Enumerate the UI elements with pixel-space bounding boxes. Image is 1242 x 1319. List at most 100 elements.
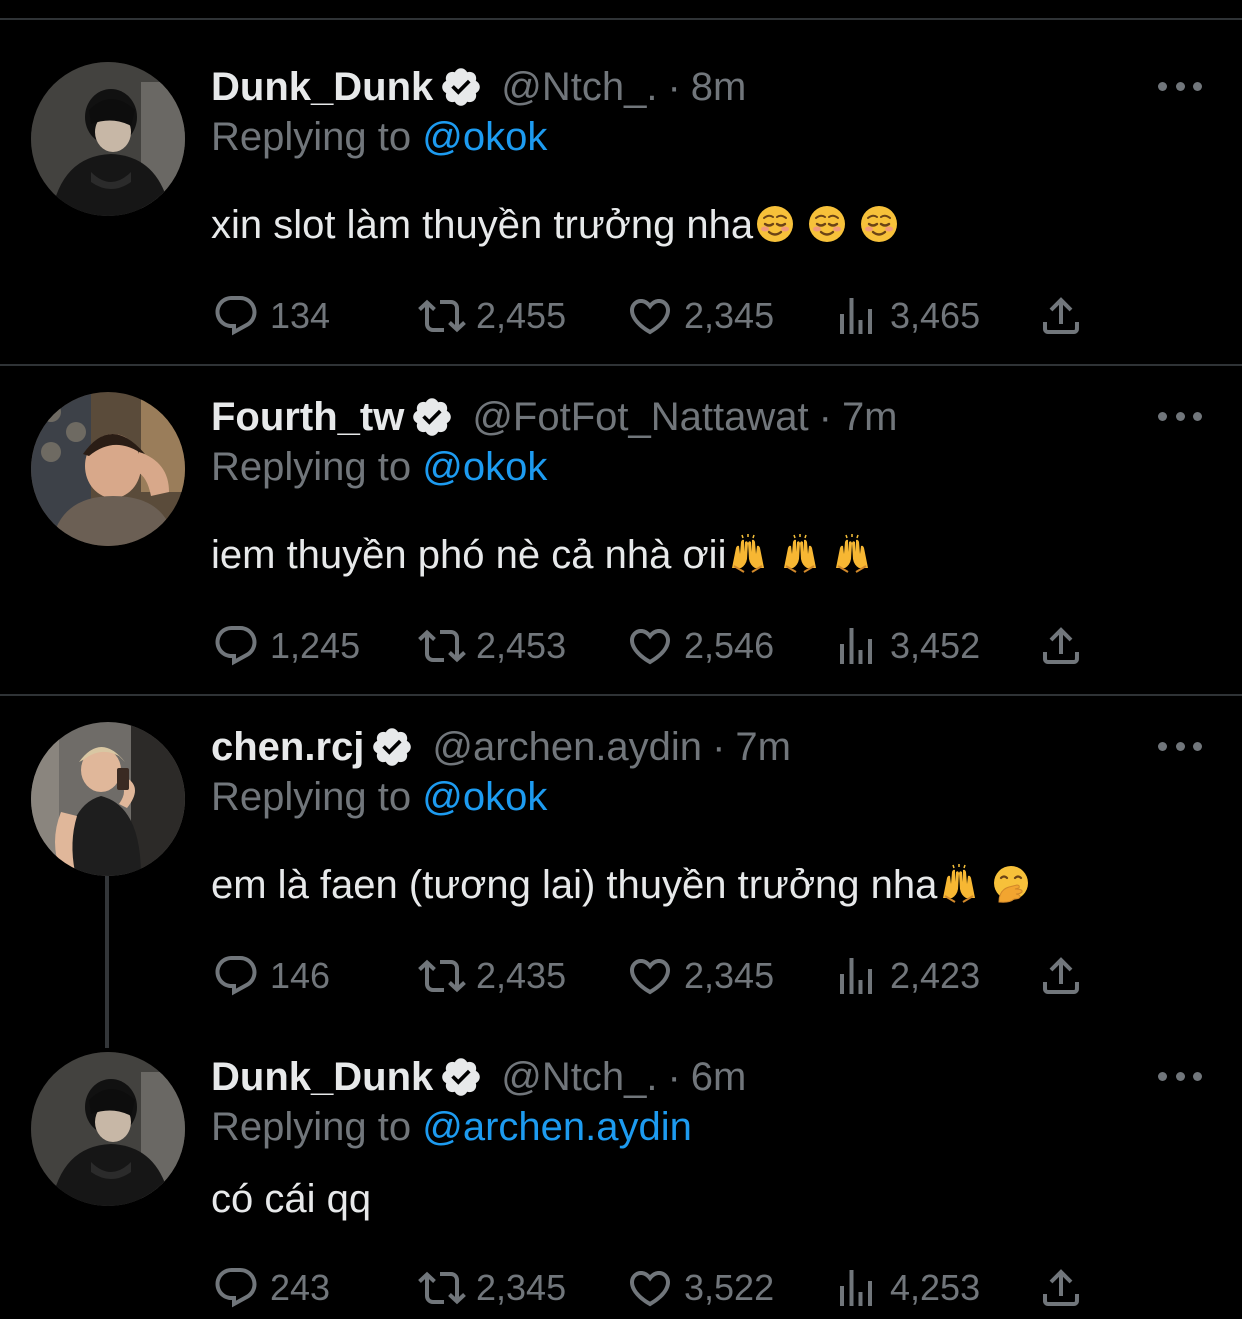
verified-badge-icon (439, 65, 483, 109)
reply-button[interactable]: 134 (212, 291, 330, 341)
retweet-button[interactable]: 2,345 (418, 1263, 566, 1313)
tweet-actions: 134 2,455 2,345 3,465 (0, 291, 1242, 341)
timestamp[interactable]: 8m (691, 62, 747, 112)
views-icon (832, 622, 880, 670)
display-name[interactable]: chen.rcj (211, 722, 364, 772)
reply-button[interactable]: 146 (212, 951, 330, 1001)
retweet-count: 2,453 (476, 625, 567, 666)
like-button[interactable]: 2,345 (626, 291, 774, 341)
retweet-icon (418, 952, 466, 1000)
tweet-header: Dunk_Dunk @Ntch_. · 6m (211, 1052, 746, 1102)
avatar[interactable] (31, 62, 185, 216)
view-count: 3,452 (890, 625, 981, 666)
like-button[interactable]: 2,546 (626, 621, 774, 671)
relieved-emoji (807, 204, 847, 244)
share-icon (1037, 952, 1085, 1000)
relieved-emoji (755, 204, 795, 244)
tweet-divider (0, 364, 1242, 366)
more-options-icon[interactable] (1158, 1066, 1202, 1086)
view-count: 4,253 (890, 1267, 981, 1308)
face-with-hand-over-mouth-emoji (991, 864, 1031, 904)
raising-hands-emoji (728, 534, 768, 574)
raising-hands-emoji (832, 534, 872, 574)
reply-icon (212, 1264, 260, 1312)
tweet-text-content: em là faen (tương lai) thuyền trưởng nha (211, 863, 938, 907)
timestamp[interactable]: 7m (735, 722, 791, 772)
mention-link[interactable]: @okok (422, 445, 547, 489)
display-name[interactable]: Dunk_Dunk (211, 62, 433, 112)
display-name[interactable]: Fourth_tw (211, 392, 404, 442)
tweet-actions: 146 2,435 2,345 2,423 (0, 951, 1242, 1001)
retweet-button[interactable]: 2,455 (418, 291, 566, 341)
reply-button[interactable]: 1,245 (212, 621, 360, 671)
share-icon (1037, 1264, 1085, 1312)
tweet-text: iem thuyền phó nè cả nhà ơii (211, 530, 872, 580)
replying-to-label: Replying to (211, 775, 412, 819)
tweet-divider (0, 694, 1242, 696)
separator-dot: · (667, 1055, 681, 1099)
replying-to-label: Replying to (211, 1105, 412, 1149)
replying-to: Replying to @okok (211, 772, 547, 822)
reply-count: 134 (270, 295, 331, 336)
views-icon (832, 952, 880, 1000)
username[interactable]: @archen.aydin (432, 722, 702, 772)
like-count: 2,345 (684, 295, 775, 336)
replying-to: Replying to @okok (211, 112, 547, 162)
share-button[interactable] (1037, 291, 1095, 341)
views-button[interactable]: 2,423 (832, 951, 980, 1001)
reply-icon (212, 292, 260, 340)
reply-count: 1,245 (270, 625, 361, 666)
retweet-count: 2,345 (476, 1267, 567, 1308)
view-count: 3,465 (890, 295, 981, 336)
raising-hands-emoji (780, 534, 820, 574)
avatar[interactable] (31, 1052, 185, 1206)
mention-link[interactable]: @okok (422, 115, 547, 159)
views-button[interactable]: 3,452 (832, 621, 980, 671)
replying-to-label: Replying to (211, 115, 412, 159)
replying-to: Replying to @archen.aydin (211, 1102, 692, 1152)
views-icon (832, 1264, 880, 1312)
like-count: 2,345 (684, 955, 775, 996)
avatar[interactable] (31, 722, 185, 876)
reply-button[interactable]: 243 (212, 1263, 330, 1313)
more-options-icon[interactable] (1158, 736, 1202, 756)
username[interactable]: @Ntch_. (501, 62, 657, 112)
retweet-count: 2,455 (476, 295, 567, 336)
tweet-text-content: xin slot làm thuyền trưởng nha (211, 203, 754, 247)
retweet-button[interactable]: 2,435 (418, 951, 566, 1001)
timestamp[interactable]: 6m (691, 1052, 747, 1102)
like-button[interactable]: 2,345 (626, 951, 774, 1001)
more-options-icon[interactable] (1158, 76, 1202, 96)
heart-icon (626, 952, 674, 1000)
relieved-emoji (859, 204, 899, 244)
timestamp[interactable]: 7m (842, 392, 898, 442)
username[interactable]: @FotFot_Nattawat (472, 392, 808, 442)
replying-to: Replying to @okok (211, 442, 547, 492)
retweet-icon (418, 622, 466, 670)
view-count: 2,423 (890, 955, 981, 996)
views-button[interactable]: 3,465 (832, 291, 980, 341)
replying-to-label: Replying to (211, 445, 412, 489)
more-options-icon[interactable] (1158, 406, 1202, 426)
mention-link[interactable]: @okok (422, 775, 547, 819)
verified-badge-icon (370, 725, 414, 769)
heart-icon (626, 622, 674, 670)
display-name[interactable]: Dunk_Dunk (211, 1052, 433, 1102)
tweet-header: Fourth_tw @FotFot_Nattawat · 7m (211, 392, 898, 442)
share-button[interactable] (1037, 951, 1095, 1001)
tweet-header: chen.rcj @archen.aydin · 7m (211, 722, 791, 772)
raising-hands-emoji (939, 864, 979, 904)
avatar[interactable] (31, 392, 185, 546)
share-button[interactable] (1037, 621, 1095, 671)
share-button[interactable] (1037, 1263, 1095, 1313)
username[interactable]: @Ntch_. (501, 1052, 657, 1102)
tweet-text: có cái qq (211, 1174, 371, 1224)
separator-dot: · (667, 65, 681, 109)
mention-link[interactable]: @archen.aydin (422, 1105, 692, 1149)
retweet-icon (418, 1264, 466, 1312)
retweet-button[interactable]: 2,453 (418, 621, 566, 671)
like-button[interactable]: 3,522 (626, 1263, 774, 1313)
tweet-header: Dunk_Dunk @Ntch_. · 8m (211, 62, 746, 112)
views-button[interactable]: 4,253 (832, 1263, 980, 1313)
retweet-icon (418, 292, 466, 340)
